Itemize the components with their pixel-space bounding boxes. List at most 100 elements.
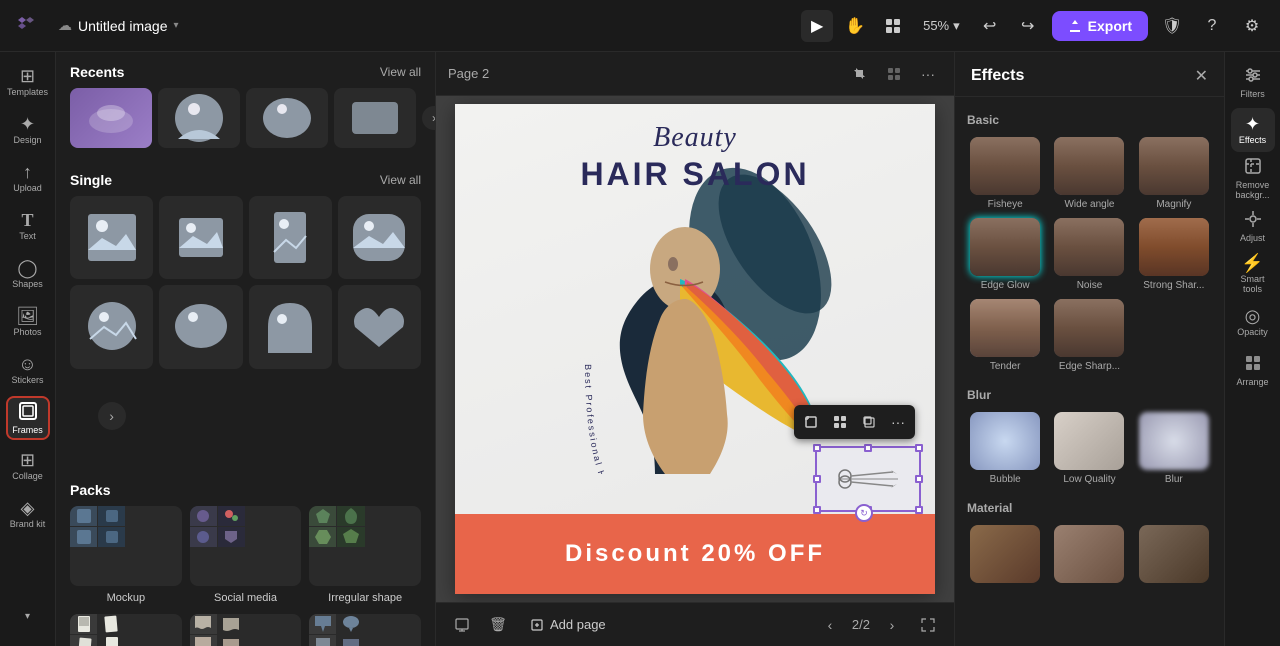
frame-heart[interactable] <box>338 285 421 368</box>
handle-br[interactable] <box>915 506 923 514</box>
right-item-opacity[interactable]: ◎ Opacity <box>1231 300 1275 344</box>
effect-tender[interactable]: Tender <box>967 299 1043 372</box>
effect-magnify[interactable]: Magnify <box>1136 137 1212 210</box>
zoom-control[interactable]: 55% ▾ <box>915 14 968 38</box>
handle-bl[interactable] <box>813 506 821 514</box>
effect-low-quality[interactable]: Low Quality <box>1051 412 1127 485</box>
add-page-btn[interactable]: Add page <box>520 613 616 636</box>
hand-tool-btn[interactable]: ✋ <box>839 10 871 42</box>
next-page-btn[interactable]: › <box>878 611 906 639</box>
selected-element[interactable] <box>815 446 921 512</box>
export-btn[interactable]: Export <box>1052 11 1148 41</box>
handle-tl[interactable] <box>813 444 821 452</box>
effect-bubble[interactable]: Bubble <box>967 412 1043 485</box>
canvas-present-btn[interactable] <box>448 611 476 639</box>
frame-rounded[interactable] <box>338 196 421 279</box>
document-title-btn[interactable]: ☁ Untitled image ▾ <box>48 13 189 38</box>
layout-tool-btn[interactable] <box>877 10 909 42</box>
frame-copy-btn[interactable] <box>856 409 882 435</box>
frame-landscape[interactable] <box>159 196 242 279</box>
effect-edge-sharp[interactable]: Edge Sharp... <box>1051 299 1127 372</box>
pack-mockup[interactable]: Mockup <box>70 506 182 606</box>
shield-btn[interactable]: 🛡 <box>1156 10 1188 42</box>
right-item-effects[interactable]: ✦ Effects <box>1231 108 1275 152</box>
page-label: Page 2 <box>448 66 489 81</box>
recents-next-btn[interactable]: › <box>422 106 435 130</box>
sidebar-item-stickers[interactable]: ☺ Stickers <box>6 348 50 392</box>
canvas-more-btn[interactable]: ··· <box>914 60 942 88</box>
effect-wide[interactable]: Wide angle <box>1051 137 1127 210</box>
effect-noise[interactable]: Noise <box>1051 218 1127 291</box>
effects-panel: Effects ✕ Basic Fisheye Wide angle <box>954 52 1224 646</box>
right-item-smart-tools[interactable]: ⚡ Smart tools <box>1231 252 1275 296</box>
handle-mt[interactable] <box>864 444 872 452</box>
handle-mr[interactable] <box>915 475 923 483</box>
rotate-handle[interactable]: ↻ <box>855 504 873 522</box>
effects-close-btn[interactable]: ✕ <box>1195 66 1208 86</box>
right-item-remove-bg[interactable]: Remove backgr... <box>1231 156 1275 200</box>
sidebar-item-templates[interactable]: ⊞ Templates <box>6 60 50 104</box>
frame-crop-btn[interactable] <box>798 409 824 435</box>
single-next-btn[interactable]: › <box>70 375 153 458</box>
frame-circle[interactable] <box>70 285 153 368</box>
canvas-wrapper[interactable]: Beauty HAIR SALON <box>436 96 954 602</box>
chevron-down-icon: ▾ <box>25 611 30 622</box>
prev-page-btn[interactable]: ‹ <box>816 611 844 639</box>
pack-irregular[interactable]: Irregular shape <box>309 506 421 606</box>
fullscreen-btn[interactable] <box>914 611 942 639</box>
single-view-all[interactable]: View all <box>380 173 421 187</box>
sidebar-item-shapes[interactable]: ◯ Shapes <box>6 252 50 296</box>
sidebar-item-text[interactable]: T Text <box>6 204 50 248</box>
effects-material-grid <box>967 525 1212 587</box>
recent-item[interactable] <box>334 88 416 148</box>
pack-polaroids[interactable]: Polaroids and photo fra... <box>70 614 182 646</box>
sidebar-item-frames[interactable]: Frames <box>6 396 50 440</box>
sidebar-collapse-btn[interactable]: ▾ <box>6 594 50 638</box>
right-item-adjust[interactable]: Adjust <box>1231 204 1275 248</box>
sidebar-item-upload[interactable]: ↑ Upload <box>6 156 50 200</box>
frame-more-btn[interactable]: ··· <box>885 409 911 435</box>
effect-material-1[interactable] <box>967 525 1043 587</box>
pack-social-media[interactable]: Social media <box>190 506 302 606</box>
effect-edge-glow[interactable]: Edge Glow <box>967 218 1043 291</box>
sidebar-item-collage[interactable]: ⊞ Collage <box>6 444 50 488</box>
right-label-effects: Effects <box>1239 135 1266 145</box>
redo-btn[interactable]: ↪ <box>1012 10 1044 42</box>
recents-header: Recents View all <box>56 52 435 88</box>
right-item-arrange[interactable]: Arrange <box>1231 348 1275 392</box>
topbar: ☁ Untitled image ▾ ▶ ✋ 55% ▾ ↩ ↪ Export … <box>0 0 1280 52</box>
effect-strong[interactable]: Strong Shar... <box>1136 218 1212 291</box>
handle-tr[interactable] <box>915 444 923 452</box>
settings-btn[interactable]: ⚙ <box>1236 10 1268 42</box>
pointer-tool-btn[interactable]: ▶ <box>801 10 833 42</box>
frame-arch[interactable] <box>249 285 332 368</box>
sidebar-item-design[interactable]: ✦ Design <box>6 108 50 152</box>
right-item-filters[interactable]: Filters <box>1231 60 1275 104</box>
frame-portrait[interactable] <box>249 196 332 279</box>
effect-fisheye-label: Fisheye <box>988 199 1023 210</box>
recents-view-all[interactable]: View all <box>380 65 421 79</box>
effect-fisheye[interactable]: Fisheye <box>967 137 1043 210</box>
pack-torn-paper[interactable]: Torn paper <box>190 614 302 646</box>
canvas-delete-btn[interactable]: 🗑 <box>484 611 512 639</box>
handle-ml[interactable] <box>813 475 821 483</box>
sidebar-item-photos[interactable]: 🖼 Photos <box>6 300 50 344</box>
recent-item[interactable] <box>158 88 240 148</box>
pack-speech-balloons[interactable]: Speech balloons <box>309 614 421 646</box>
recent-item[interactable] <box>70 88 152 148</box>
effect-material-3[interactable] <box>1136 525 1212 587</box>
sidebar-item-brand[interactable]: ◈ Brand kit <box>6 492 50 536</box>
single-header: Single View all <box>56 160 435 196</box>
effect-material-2[interactable] <box>1051 525 1127 587</box>
undo-btn[interactable]: ↩ <box>974 10 1006 42</box>
canvas-crop-btn[interactable] <box>846 60 874 88</box>
help-btn[interactable]: ? <box>1196 10 1228 42</box>
app-logo[interactable] <box>12 12 40 40</box>
effect-blur[interactable]: Blur <box>1136 412 1212 485</box>
canvas-page-icon[interactable] <box>880 60 908 88</box>
frame-rect[interactable] <box>70 196 153 279</box>
frame-oval[interactable] <box>159 285 242 368</box>
recent-item[interactable] <box>246 88 328 148</box>
frame-grid-btn[interactable] <box>827 409 853 435</box>
adjust-icon <box>1244 210 1262 231</box>
